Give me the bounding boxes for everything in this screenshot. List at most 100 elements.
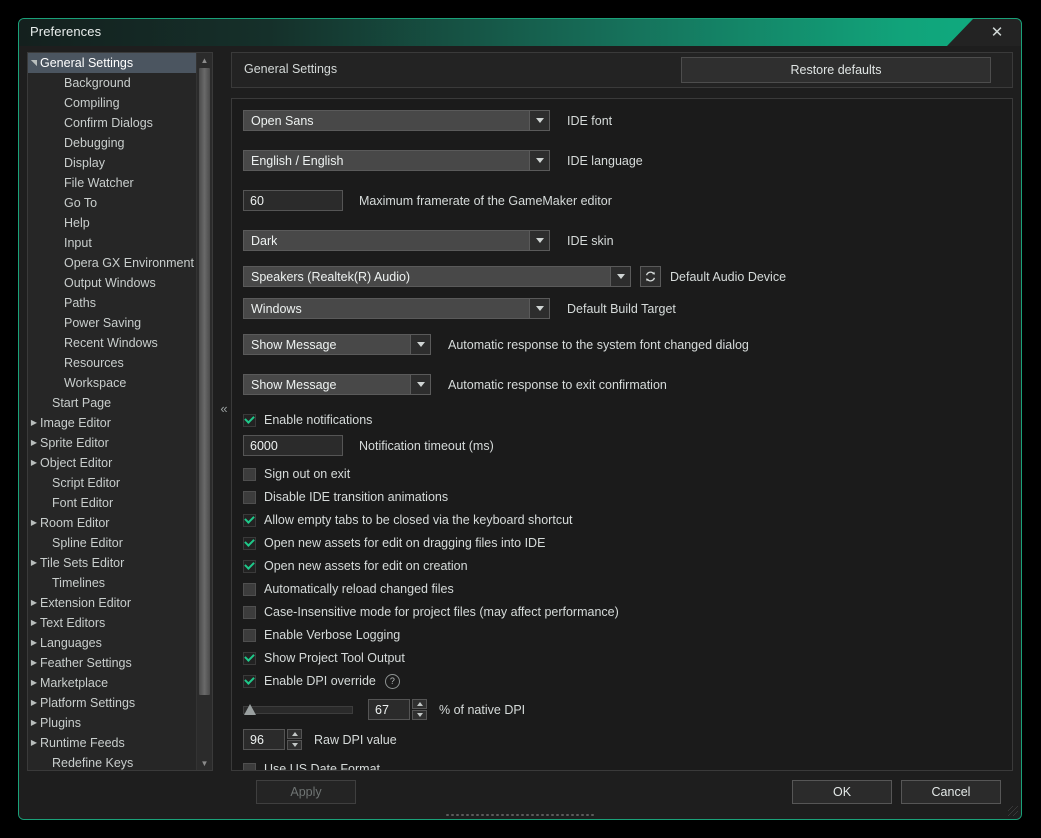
disable-ide-transition-animations-checkbox[interactable]: Disable IDE transition animations: [243, 488, 448, 506]
slider-handle[interactable]: [244, 703, 256, 715]
sidebar-item-font-editor[interactable]: Font Editor: [28, 493, 197, 513]
dpi-percent-input[interactable]: 67: [368, 699, 410, 720]
sidebar-item-background[interactable]: Background: [28, 73, 197, 93]
sidebar-item-recent-windows[interactable]: Recent Windows: [28, 333, 197, 353]
sidebar-item-opera-gx-environment[interactable]: Opera GX Environment: [28, 253, 197, 273]
sidebar-item-file-watcher[interactable]: File Watcher: [28, 173, 197, 193]
sidebar-item-redefine-keys[interactable]: Redefine Keys: [28, 753, 197, 770]
use-us-date-format-checkbox[interactable]: Use US Date Format: [243, 760, 380, 770]
sidebar-item-spline-editor[interactable]: Spline Editor: [28, 533, 197, 553]
sidebar-item-help[interactable]: Help: [28, 213, 197, 233]
sidebar-item-extension-editor[interactable]: ▶ Extension Editor: [28, 593, 197, 613]
refresh-icon[interactable]: [640, 266, 661, 287]
chevron-down-icon[interactable]: [410, 334, 431, 355]
settings-category-tree[interactable]: ◢ General Settings Background Compiling Conf…: [27, 52, 213, 771]
open-assets-on-creation-checkbox[interactable]: Open new assets for edit on creation: [243, 557, 468, 575]
chevron-right-icon[interactable]: ▶: [28, 699, 40, 707]
stepper-down-icon[interactable]: [412, 710, 427, 720]
window-titlebar[interactable]: Preferences ✕: [19, 19, 1021, 47]
sign-out-on-exit-checkbox[interactable]: Sign out on exit: [243, 465, 350, 483]
chevron-down-icon[interactable]: ◢: [29, 57, 38, 69]
collapse-sidebar-handle[interactable]: «: [217, 46, 231, 771]
chevron-right-icon[interactable]: ▶: [28, 679, 40, 687]
restore-defaults-button[interactable]: Restore defaults: [681, 57, 991, 83]
chevron-down-icon[interactable]: [529, 230, 550, 251]
chevron-down-icon[interactable]: [529, 298, 550, 319]
enable-dpi-override-checkbox[interactable]: Enable DPI override ?: [243, 672, 400, 690]
chevron-right-icon[interactable]: ▶: [28, 459, 40, 467]
sidebar-item-resources[interactable]: Resources: [28, 353, 197, 373]
scroll-down-icon[interactable]: ▼: [197, 756, 212, 770]
sidebar-item-input[interactable]: Input: [28, 233, 197, 253]
cancel-button[interactable]: Cancel: [901, 780, 1001, 804]
chevron-down-icon[interactable]: [610, 266, 631, 287]
open-assets-on-drag-checkbox[interactable]: Open new assets for edit on dragging fil…: [243, 534, 545, 552]
sidebar-item-paths[interactable]: Paths: [28, 293, 197, 313]
notification-timeout-input[interactable]: 6000: [243, 435, 343, 456]
sidebar-item-object-editor[interactable]: ▶ Object Editor: [28, 453, 197, 473]
scrollbar-thumb[interactable]: [199, 68, 210, 695]
enable-notifications-checkbox[interactable]: Enable notifications: [243, 411, 372, 429]
font-changed-response-select[interactable]: Show Message: [243, 334, 431, 355]
chevron-down-icon[interactable]: [529, 150, 550, 171]
chevron-right-icon[interactable]: ▶: [28, 419, 40, 427]
stepper-up-icon[interactable]: [412, 699, 427, 709]
sidebar-item-tile-sets-editor[interactable]: ▶ Tile Sets Editor: [28, 553, 197, 573]
sidebar-item-confirm-dialogs[interactable]: Confirm Dialogs: [28, 113, 197, 133]
raw-dpi-input[interactable]: 96: [243, 729, 285, 750]
sidebar-item-platform-settings[interactable]: ▶ Platform Settings: [28, 693, 197, 713]
sidebar-item-debugging[interactable]: Debugging: [28, 133, 197, 153]
sidebar-item-feather-settings[interactable]: ▶ Feather Settings: [28, 653, 197, 673]
sidebar-item-output-windows[interactable]: Output Windows: [28, 273, 197, 293]
chevron-down-icon[interactable]: [529, 110, 550, 131]
ide-font-select[interactable]: Open Sans: [243, 110, 550, 131]
case-insensitive-mode-checkbox[interactable]: Case-Insensitive mode for project files …: [243, 603, 619, 621]
sidebar-item-room-editor[interactable]: ▶ Room Editor: [28, 513, 197, 533]
chevron-right-icon[interactable]: ▶: [28, 439, 40, 447]
chevron-down-icon[interactable]: [410, 374, 431, 395]
chevron-right-icon[interactable]: ▶: [28, 639, 40, 647]
sidebar-item-runtime-feeds[interactable]: ▶ Runtime Feeds: [28, 733, 197, 753]
sidebar-item-sprite-editor[interactable]: ▶ Sprite Editor: [28, 433, 197, 453]
audio-device-select[interactable]: Speakers (Realtek(R) Audio): [243, 266, 631, 287]
ide-language-select[interactable]: English / English: [243, 150, 550, 171]
show-project-tool-output-checkbox[interactable]: Show Project Tool Output: [243, 649, 405, 667]
sidebar-item-languages[interactable]: ▶ Languages: [28, 633, 197, 653]
sidebar-item-plugins[interactable]: ▶ Plugins: [28, 713, 197, 733]
dpi-percent-stepper[interactable]: [412, 699, 427, 720]
help-icon[interactable]: ?: [384, 673, 400, 689]
scroll-up-icon[interactable]: ▲: [197, 53, 212, 67]
sidebar-item-marketplace[interactable]: ▶ Marketplace: [28, 673, 197, 693]
chevron-right-icon[interactable]: ▶: [28, 619, 40, 627]
apply-button[interactable]: Apply: [256, 780, 356, 804]
ok-button[interactable]: OK: [792, 780, 892, 804]
ide-skin-select[interactable]: Dark: [243, 230, 550, 251]
chevron-right-icon[interactable]: ▶: [28, 739, 40, 747]
sidebar-item-image-editor[interactable]: ▶ Image Editor: [28, 413, 197, 433]
raw-dpi-stepper[interactable]: [287, 729, 302, 750]
chevron-right-icon[interactable]: ▶: [28, 719, 40, 727]
sidebar-item-script-editor[interactable]: Script Editor: [28, 473, 197, 493]
chevron-right-icon[interactable]: ▶: [28, 659, 40, 667]
sidebar-item-workspace[interactable]: Workspace: [28, 373, 197, 393]
close-icon[interactable]: ✕: [973, 19, 1021, 46]
sidebar-item-power-saving[interactable]: Power Saving: [28, 313, 197, 333]
chevron-right-icon[interactable]: ▶: [28, 519, 40, 527]
sidebar-item-start-page[interactable]: Start Page: [28, 393, 197, 413]
tree-scrollbar[interactable]: ▲ ▼: [196, 53, 212, 770]
sidebar-item-display[interactable]: Display: [28, 153, 197, 173]
build-target-select[interactable]: Windows: [243, 298, 550, 319]
corner-resize-grip[interactable]: [1008, 806, 1018, 816]
enable-verbose-logging-checkbox[interactable]: Enable Verbose Logging: [243, 626, 400, 644]
resize-grip[interactable]: [445, 813, 595, 817]
stepper-up-icon[interactable]: [287, 729, 302, 739]
allow-empty-tabs-closed-checkbox[interactable]: Allow empty tabs to be closed via the ke…: [243, 511, 573, 529]
sidebar-item-go-to[interactable]: Go To: [28, 193, 197, 213]
dpi-percent-slider[interactable]: [243, 703, 353, 715]
chevron-right-icon[interactable]: ▶: [28, 599, 40, 607]
stepper-down-icon[interactable]: [287, 740, 302, 750]
chevron-right-icon[interactable]: ▶: [28, 559, 40, 567]
exit-confirm-response-select[interactable]: Show Message: [243, 374, 431, 395]
sidebar-item-timelines[interactable]: Timelines: [28, 573, 197, 593]
auto-reload-changed-files-checkbox[interactable]: Automatically reload changed files: [243, 580, 454, 598]
